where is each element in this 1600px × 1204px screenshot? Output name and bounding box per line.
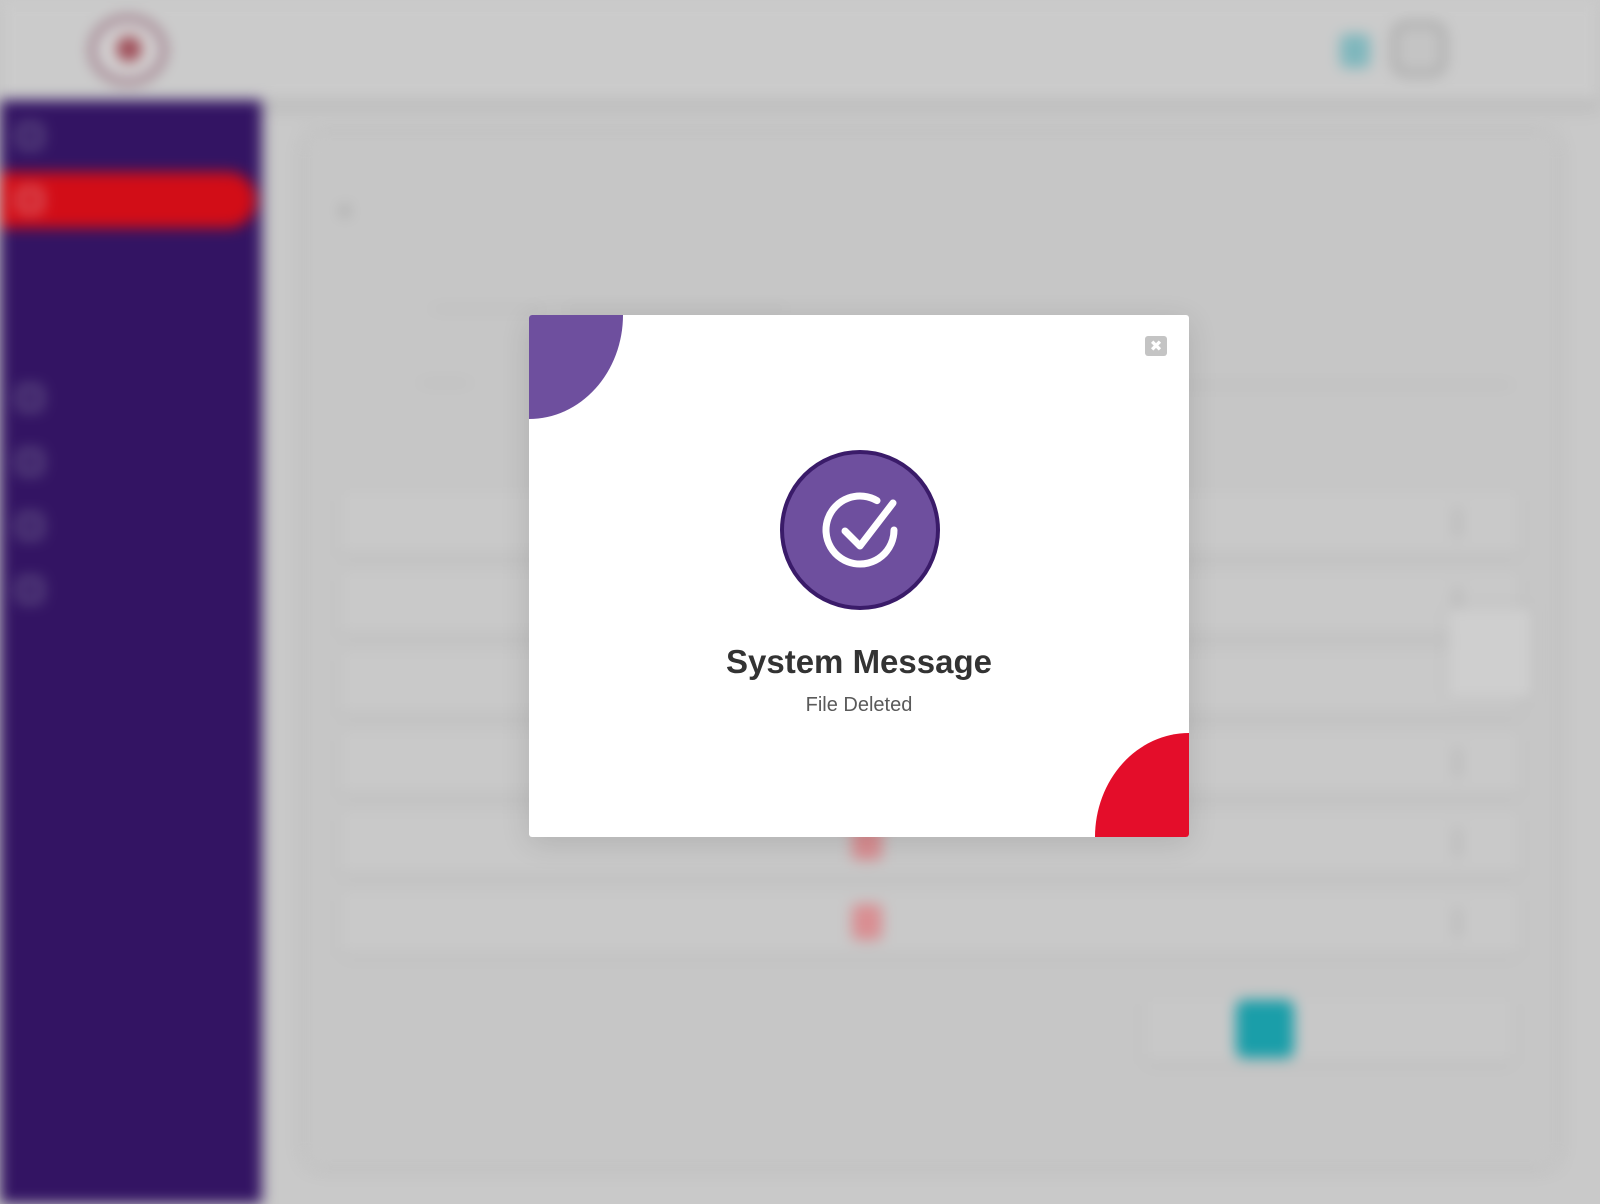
check-circle-icon <box>780 450 940 610</box>
modal-message: File Deleted <box>805 694 913 716</box>
filter-field <box>432 272 542 310</box>
back-arrow-icon: ‹ <box>340 196 350 224</box>
notification-icon <box>1340 34 1370 68</box>
close-icon: ✖ <box>1149 337 1163 355</box>
nav-icon <box>18 450 42 474</box>
close-button[interactable]: ✖ <box>1145 336 1167 356</box>
date-range-field <box>566 272 786 310</box>
pagination <box>1144 996 1514 1062</box>
nav-icon <box>18 514 42 538</box>
sidebar-item-active <box>0 172 256 228</box>
sidebar-item <box>18 512 42 540</box>
nav-icon <box>18 188 42 212</box>
nav-icon <box>18 386 42 410</box>
modal-title: System Message <box>726 643 992 680</box>
table-row <box>340 890 1520 954</box>
page-current <box>1236 1000 1294 1058</box>
decorative-corner-shape <box>529 315 623 419</box>
page-size-field <box>420 346 470 384</box>
pdf-icon <box>852 904 882 940</box>
sidebar-item <box>18 384 42 412</box>
sidebar <box>0 100 262 1204</box>
row-action-menu <box>1448 608 1532 698</box>
top-bar <box>0 0 1600 100</box>
system-message-modal: ✖ System Message File Deleted <box>529 315 1189 837</box>
logo <box>82 12 182 88</box>
avatar <box>1392 22 1446 76</box>
sidebar-item <box>18 448 42 476</box>
nav-icon <box>18 124 42 148</box>
decorative-corner-shape <box>1095 733 1189 837</box>
nav-icon <box>18 578 42 602</box>
sidebar-item <box>18 122 42 150</box>
sidebar-item <box>18 576 42 604</box>
